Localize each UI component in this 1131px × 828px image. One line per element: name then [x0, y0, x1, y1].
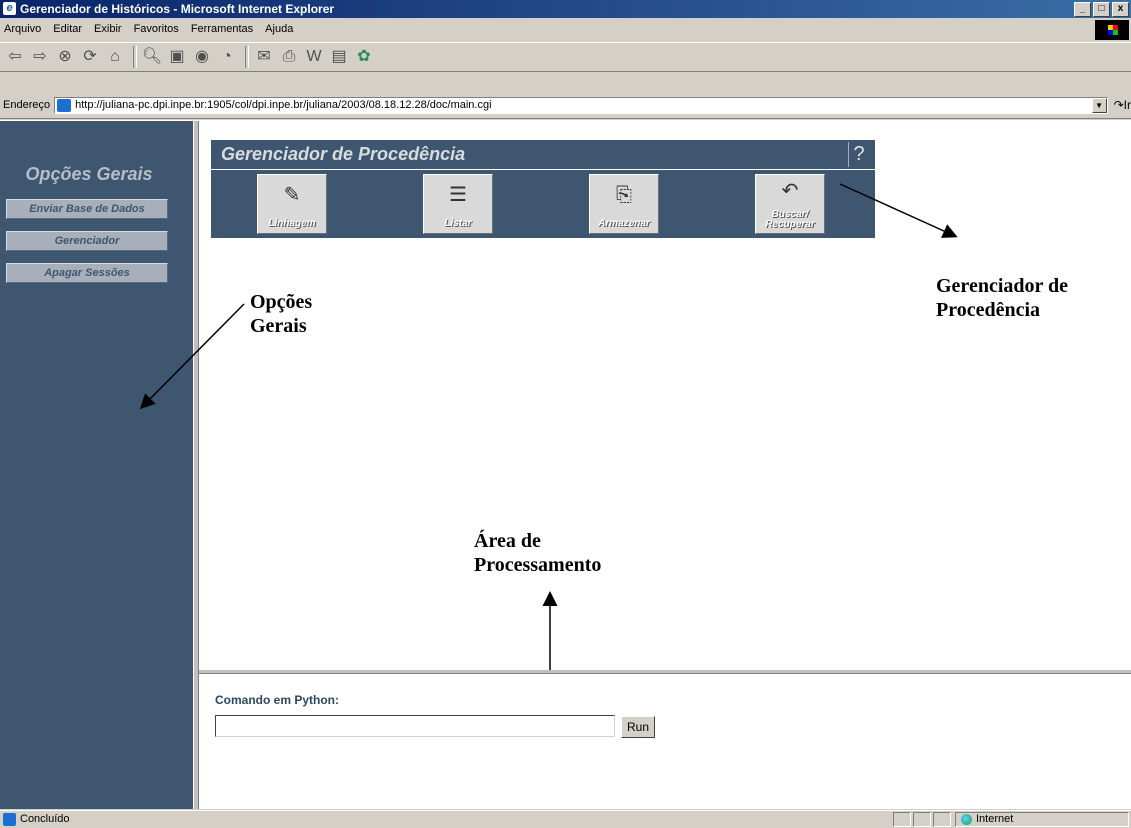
chevron-down-icon[interactable]: ▼ [1091, 97, 1107, 113]
status-bar: Concluído Internet [0, 810, 1131, 828]
maximize-button[interactable]: □ [1093, 2, 1110, 17]
mail-icon[interactable]: ✉ [253, 46, 275, 68]
menu-bar: Arquivo Editar Exibir Favoritos Ferramen… [0, 19, 1131, 39]
media-icon[interactable]: ◉ [191, 46, 213, 68]
linhagem-label: Linhagem [268, 218, 316, 229]
window-title: Gerenciador de Históricos - Microsoft In… [20, 2, 335, 16]
edit-icon[interactable]: W [303, 46, 325, 68]
annotation-gerenciador: Gerenciador de Procedência [936, 275, 1069, 321]
address-bar: Endereço http://juliana-pc.dpi.inpe.br:1… [0, 94, 1131, 116]
toolbar-separator [133, 46, 137, 68]
help-icon[interactable]: ? [848, 142, 869, 167]
favorites-icon[interactable]: ▣ [166, 46, 188, 68]
retrieve-icon: ↶ [781, 180, 799, 202]
history-icon[interactable]: ◔ [216, 46, 238, 68]
panel-title: Gerenciador de Procedência ? [211, 140, 875, 169]
back-icon[interactable]: ⇦ [4, 46, 26, 68]
close-button[interactable]: x [1112, 2, 1129, 17]
status-cell [933, 812, 951, 827]
run-button[interactable]: Run [621, 716, 655, 738]
go-button[interactable]: ↷Ir [1114, 98, 1131, 112]
menu-editar[interactable]: Editar [53, 23, 82, 35]
minimize-button[interactable]: _ [1074, 2, 1091, 17]
python-command-input[interactable] [215, 715, 615, 737]
status-cell [913, 812, 931, 827]
listar-label: Listar [444, 218, 472, 229]
panel-title-text: Gerenciador de Procedência [221, 144, 466, 164]
menu-favoritos[interactable]: Favoritos [134, 23, 179, 35]
armazenar-label: Armazenar [598, 218, 650, 229]
apagar-sessoes-button[interactable]: Apagar Sessões [6, 263, 168, 283]
buscar-label: Buscar/ Recuperar [765, 209, 815, 230]
browser-toolbar: ⇦ ⇨ ⊗ ⟳ ⌂ 🔍︎ ▣ ◉ ◔ ✉ ⎙ W ▤ ✿ [0, 42, 1131, 72]
security-zone: Internet [976, 813, 1014, 825]
linhagem-button[interactable]: ✎ Linhagem [257, 174, 327, 234]
command-label: Comando em Python: [215, 693, 340, 707]
messenger-icon[interactable]: ✿ [353, 46, 375, 68]
gerenciador-button[interactable]: Gerenciador [6, 231, 168, 251]
home-icon[interactable]: ⌂ [104, 46, 126, 68]
lineage-icon: ✎ [283, 184, 301, 206]
left-frame: Opções Gerais Enviar Base de Dados Geren… [0, 121, 193, 809]
address-input[interactable]: http://juliana-pc.dpi.inpe.br:1905/col/d… [54, 96, 1108, 114]
forward-icon[interactable]: ⇨ [29, 46, 51, 68]
refresh-icon[interactable]: ⟳ [79, 46, 101, 68]
internet-globe-icon [961, 814, 972, 825]
panel-toolbar: ✎ Linhagem ☰ Listar ⎘ Armazenar ↶ Buscar… [211, 170, 875, 238]
listar-button[interactable]: ☰ Listar [423, 174, 493, 234]
status-cell [893, 812, 911, 827]
address-label: Endereço [3, 99, 51, 111]
ie-logo-icon: e [3, 2, 16, 15]
toolbar-separator [245, 46, 249, 68]
search-icon[interactable]: 🔍︎ [141, 46, 163, 68]
windows-logo-icon [1095, 20, 1129, 40]
left-heading: Opções Gerais [25, 164, 153, 184]
status-text: Concluído [20, 813, 70, 825]
annotation-area-processamento: Área de Processamento [474, 530, 602, 576]
buscar-recuperar-button[interactable]: ↶ Buscar/ Recuperar [755, 174, 825, 234]
menu-exibir[interactable]: Exibir [94, 23, 122, 35]
store-documents-icon: ⎘ [616, 184, 632, 206]
command-frame: Comando em Python: Run [199, 674, 1131, 809]
print-icon[interactable]: ⎙ [278, 46, 300, 68]
enviar-base-button[interactable]: Enviar Base de Dados [6, 199, 168, 219]
armazenar-button[interactable]: ⎘ Armazenar [589, 174, 659, 234]
annotation-opcoes-gerais: Opções Gerais [250, 291, 313, 337]
menu-ferramentas[interactable]: Ferramentas [191, 23, 253, 35]
address-url: http://juliana-pc.dpi.inpe.br:1905/col/d… [75, 99, 492, 111]
main-frame: Gerenciador de Procedência ? ✎ Linhagem … [199, 121, 1131, 669]
menu-arquivo[interactable]: Arquivo [4, 23, 41, 35]
stop-icon[interactable]: ⊗ [54, 46, 76, 68]
discuss-icon[interactable]: ▤ [328, 46, 350, 68]
page-done-icon [3, 813, 16, 826]
page-icon [57, 98, 72, 112]
window-titlebar: e Gerenciador de Históricos - Microsoft … [0, 0, 1131, 18]
menu-ajuda[interactable]: Ajuda [265, 23, 293, 35]
list-document-icon: ☰ [449, 184, 467, 206]
